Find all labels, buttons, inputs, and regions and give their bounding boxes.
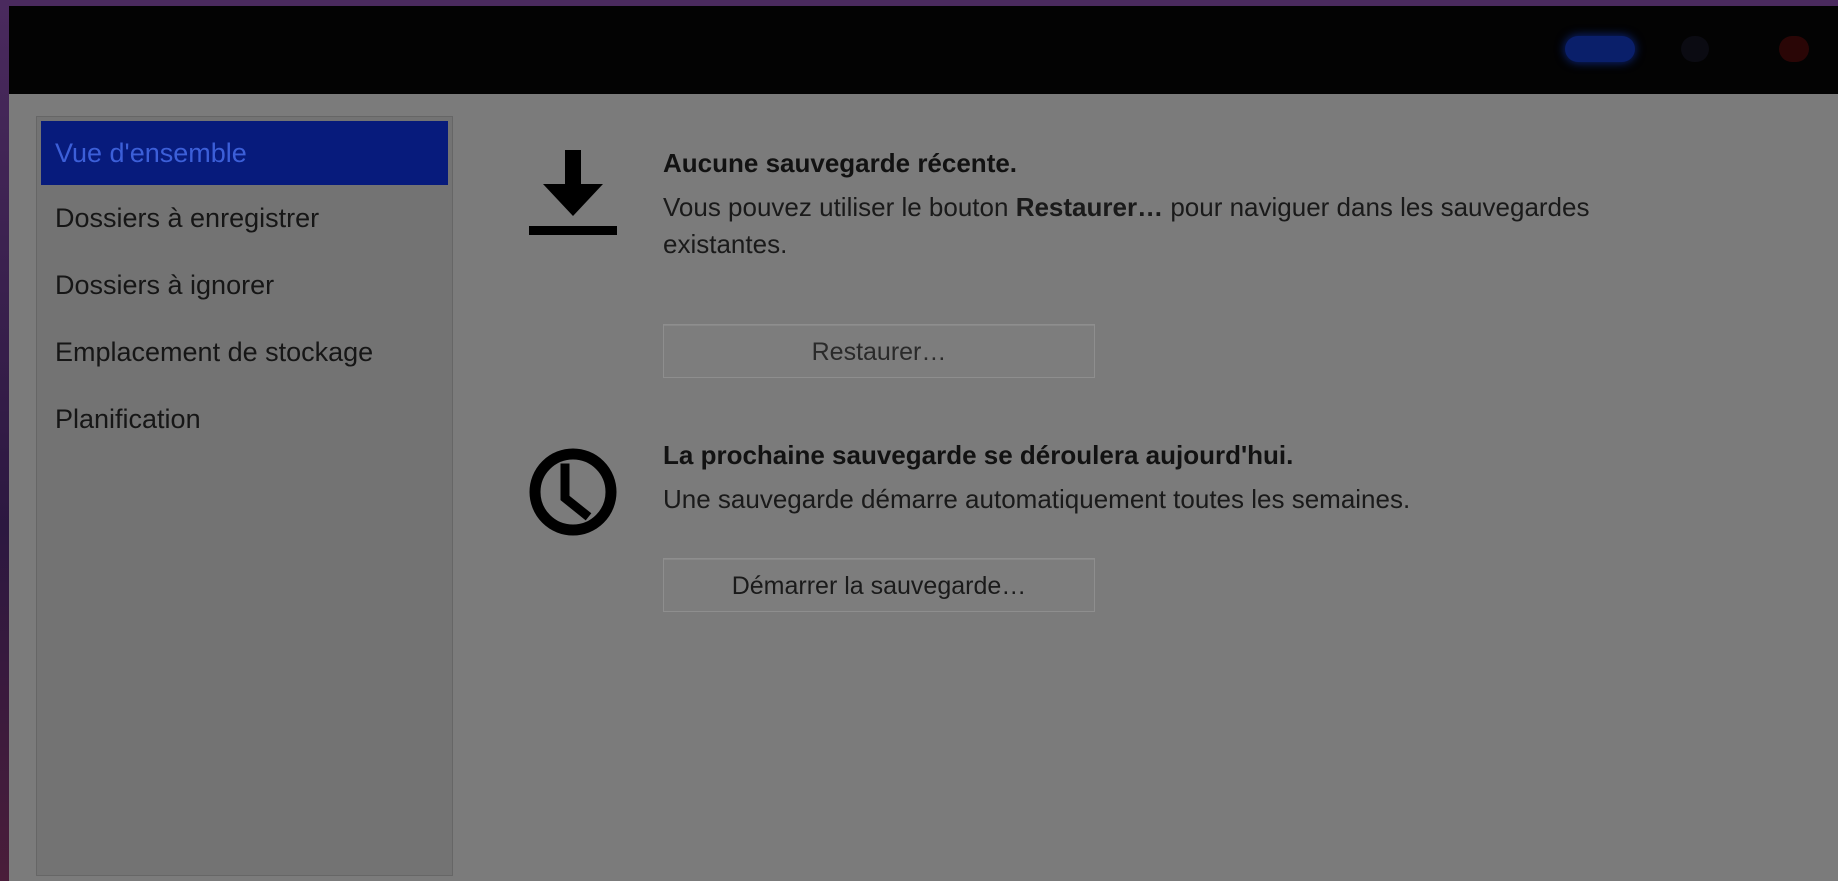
titlebar: [9, 6, 1838, 94]
start-backup-button[interactable]: Démarrer la sauvegarde…: [663, 558, 1095, 612]
sidebar-item-label: Emplacement de stockage: [55, 337, 374, 367]
backup-status-description: Vous pouvez utiliser le bouton Restaurer…: [663, 189, 1643, 263]
sidebar-item-storage-location[interactable]: Emplacement de stockage: [37, 319, 452, 386]
sidebar-item-folders-to-ignore[interactable]: Dossiers à ignorer: [37, 252, 452, 319]
sidebar-item-overview[interactable]: Vue d'ensemble: [41, 121, 448, 185]
sidebar-item-label: Vue d'ensemble: [55, 138, 247, 168]
next-backup-description: Une sauvegarde démarre automatiquement t…: [663, 484, 1411, 514]
sidebar-item-folders-to-save[interactable]: Dossiers à enregistrer: [37, 185, 452, 252]
sidebar-item-scheduling[interactable]: Planification: [37, 386, 452, 453]
backup-status-text: Aucune sauvegarde récente. Vous pouvez u…: [663, 148, 1643, 263]
close-button[interactable]: [1779, 36, 1809, 62]
sidebar-item-label: Dossiers à ignorer: [55, 270, 275, 300]
restore-button[interactable]: Restaurer…: [663, 324, 1095, 378]
download-icon: [529, 150, 617, 235]
backup-window: Vue d'ensemble Dossiers à enregistrer Do…: [9, 6, 1838, 881]
description-bold: Restaurer…: [1015, 192, 1164, 222]
next-backup-text: La prochaine sauvegarde se déroulera auj…: [663, 440, 1643, 518]
sidebar: Vue d'ensemble Dossiers à enregistrer Do…: [36, 116, 453, 876]
sidebar-item-label: Dossiers à enregistrer: [55, 203, 320, 233]
sidebar-item-label: Planification: [55, 404, 201, 434]
backup-status-heading: Aucune sauvegarde récente.: [663, 148, 1018, 178]
description-prefix: Vous pouvez utiliser le bouton: [663, 192, 1016, 222]
menu-toggle-button[interactable]: [1565, 36, 1635, 62]
overview-panel: Aucune sauvegarde récente. Vous pouvez u…: [479, 116, 1829, 876]
clock-icon: [529, 448, 617, 536]
next-backup-heading: La prochaine sauvegarde se déroulera auj…: [663, 440, 1294, 470]
minimize-button[interactable]: [1681, 36, 1709, 62]
